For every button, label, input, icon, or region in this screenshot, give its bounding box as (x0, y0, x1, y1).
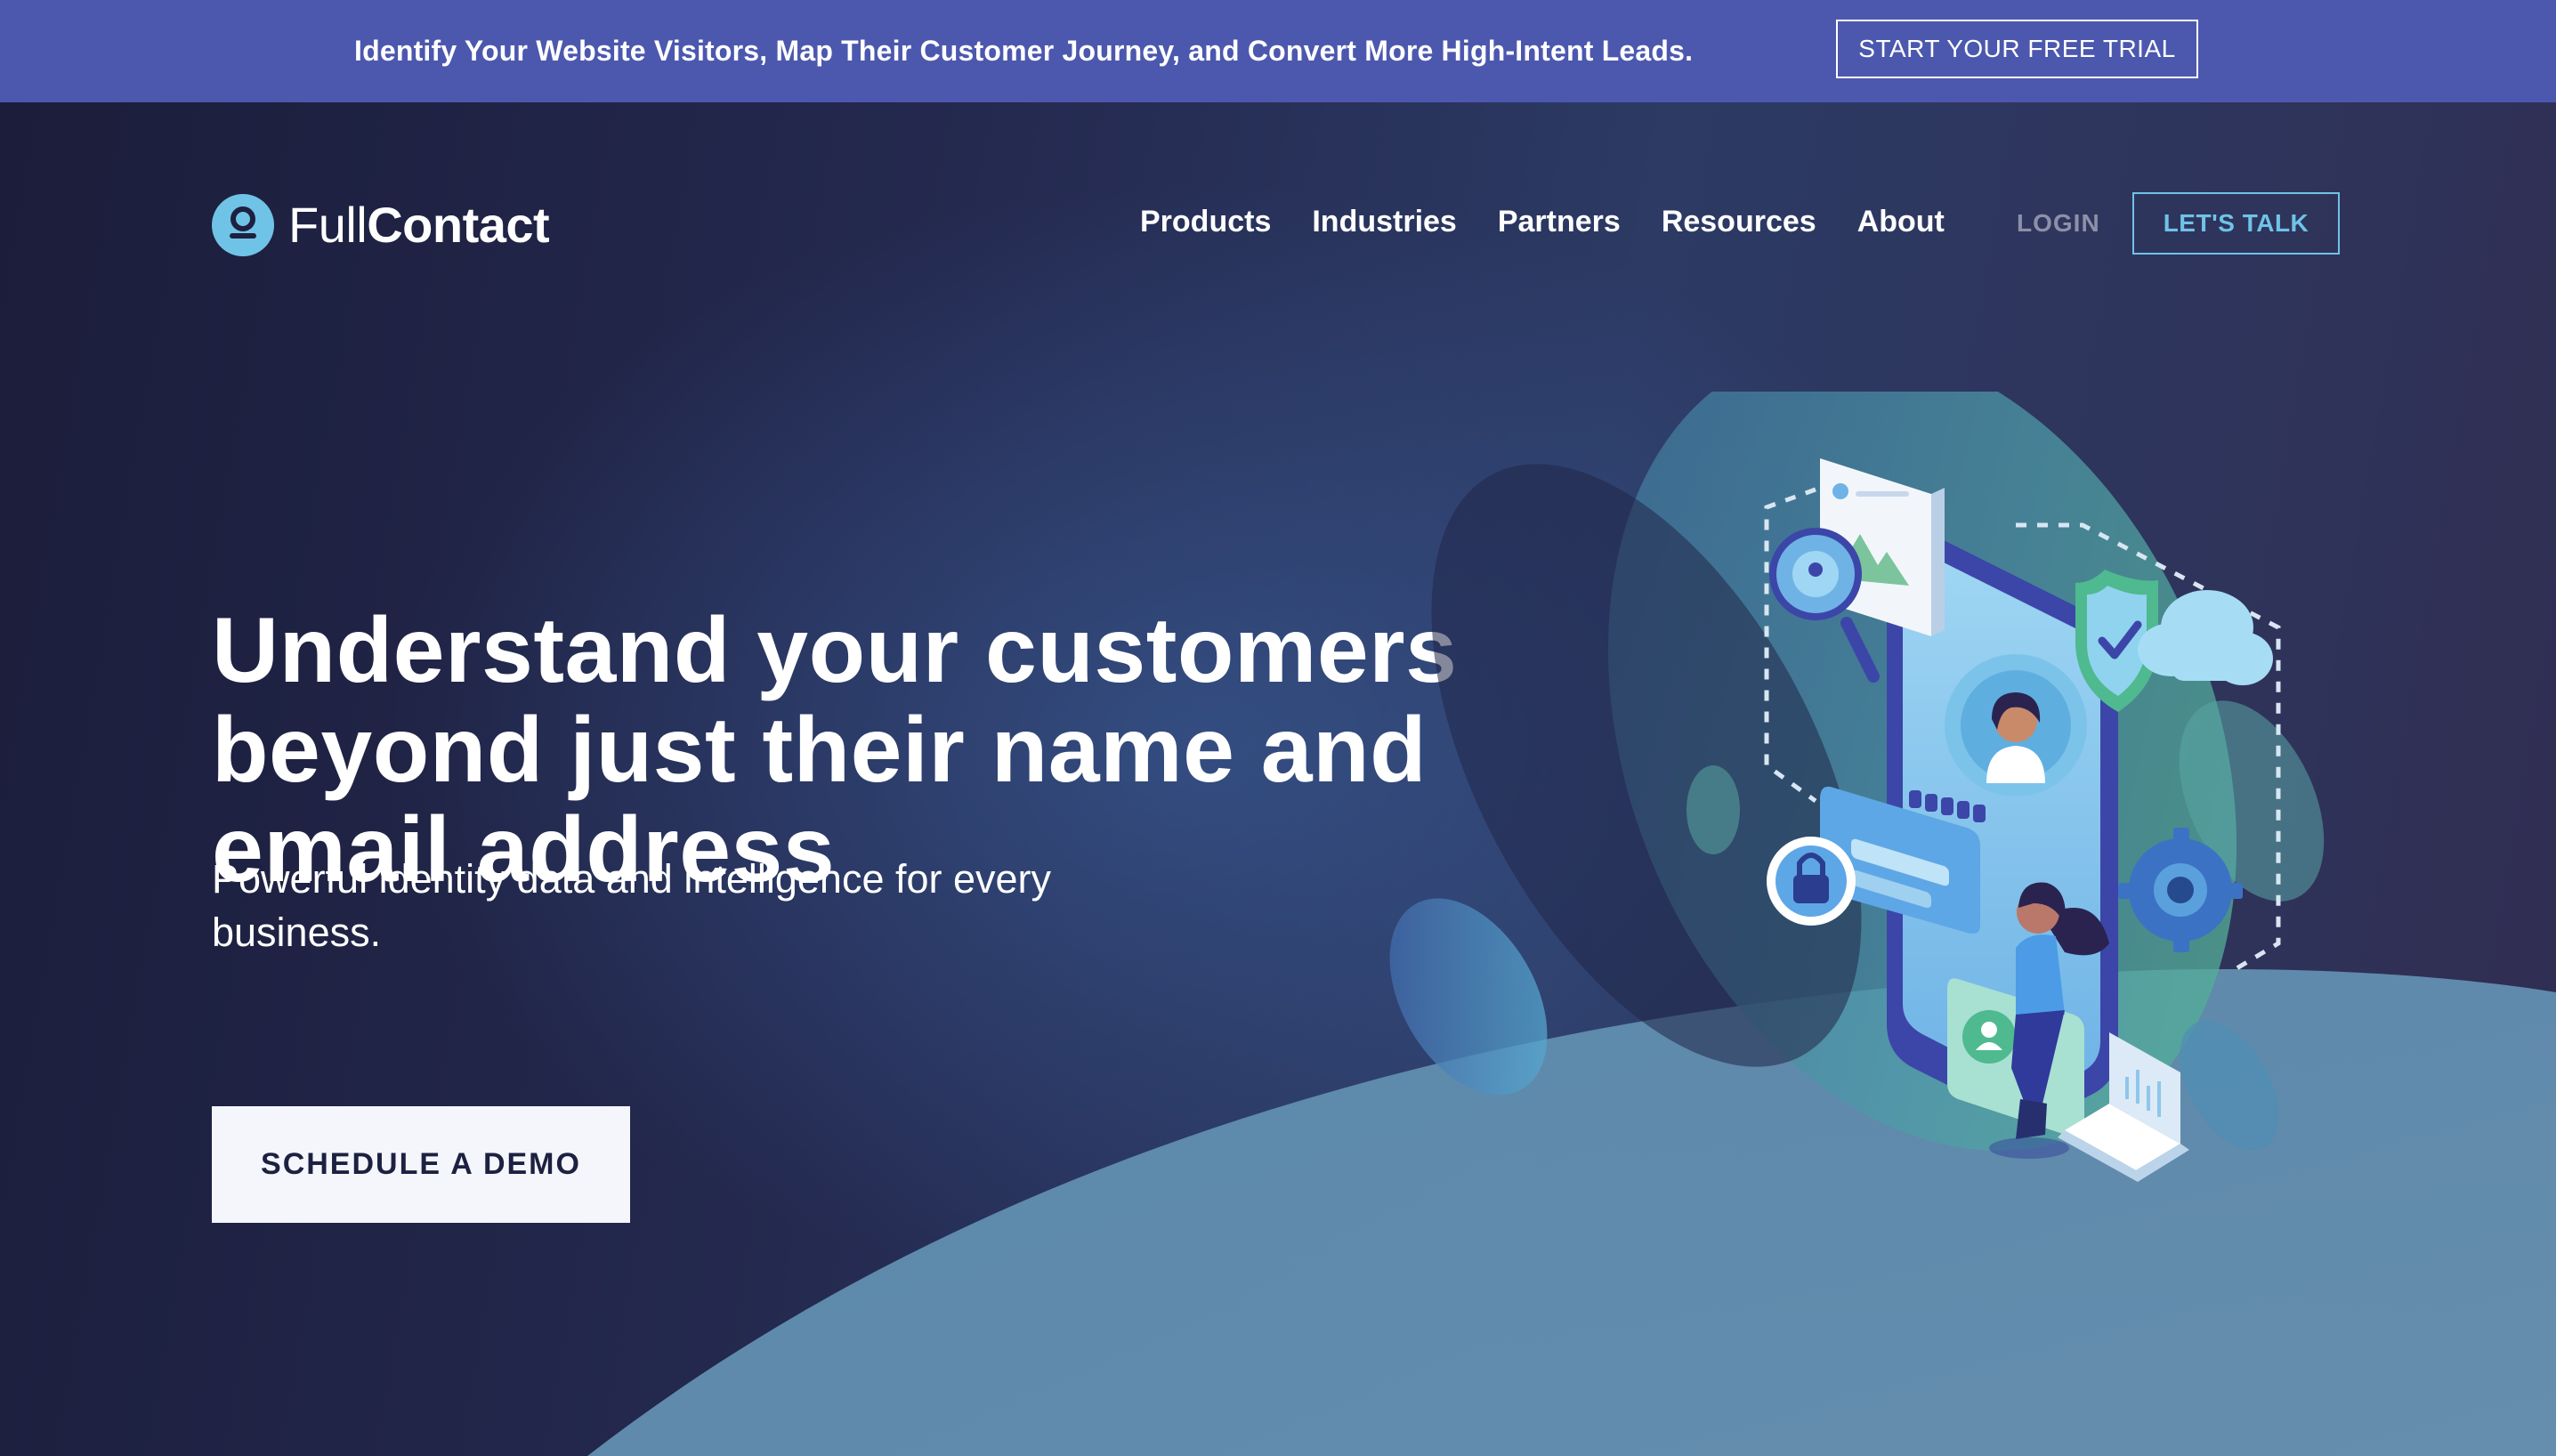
lets-talk-button[interactable]: LET'S TALK (2132, 192, 2340, 255)
nav-resources[interactable]: Resources (1662, 205, 1816, 239)
logo-person-icon (212, 193, 274, 256)
login-link[interactable]: LOGIN (2017, 209, 2100, 238)
fullcontact-logo[interactable]: FullContact (212, 191, 550, 258)
nav-partners[interactable]: Partners (1498, 205, 1621, 239)
image-card-side (1931, 488, 1945, 636)
hero-subheadline: Powerful identity data and intelligence … (212, 856, 1052, 955)
announcement-text: Identify Your Website Visitors, Map Thei… (354, 35, 1694, 67)
logo-wordmark: FullContact (288, 196, 550, 253)
nav-products[interactable]: Products (1140, 205, 1271, 239)
hero-illustration (1389, 392, 2325, 1182)
announcement-bar: Identify Your Website Visitors, Map Thei… (0, 0, 2556, 102)
image-card-line (1856, 491, 1909, 497)
illustration-blob-left (1686, 765, 1740, 854)
image-card-dot-icon (1832, 483, 1848, 499)
start-free-trial-button[interactable]: START YOUR FREE TRIAL (1836, 20, 2198, 78)
lock-icon (1767, 837, 1856, 926)
main-nav: Products Industries Partners Resources A… (1140, 194, 1986, 249)
schedule-demo-button[interactable]: SCHEDULE A DEMO (212, 1106, 630, 1223)
nav-industries[interactable]: Industries (1312, 205, 1456, 239)
hero-section: FullContact Products Industries Partners… (0, 102, 2556, 1456)
nav-about[interactable]: About (1857, 205, 1945, 239)
